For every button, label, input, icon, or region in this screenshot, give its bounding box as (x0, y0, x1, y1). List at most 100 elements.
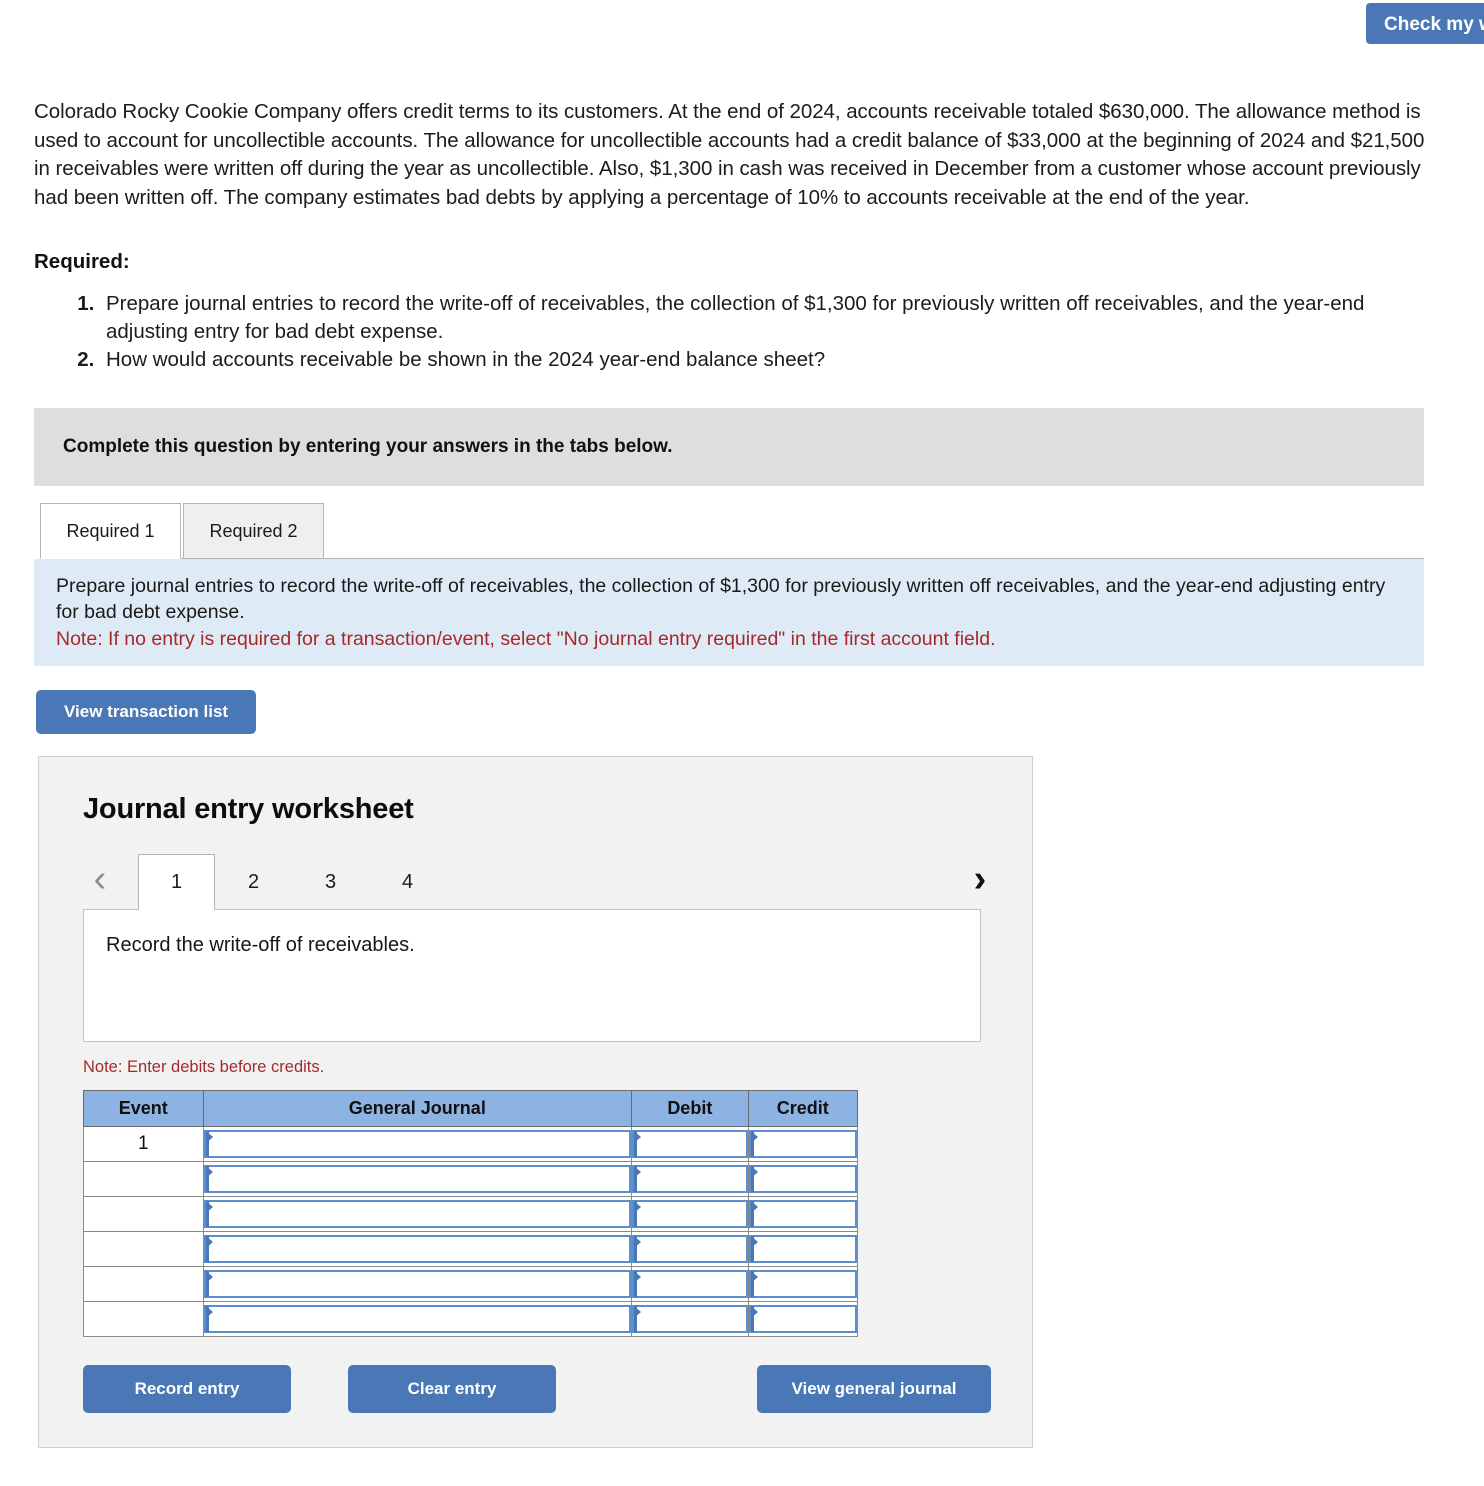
dropdown-arrow-icon (750, 1166, 758, 1178)
dropdown-arrow-icon (634, 1271, 642, 1283)
table-row (83, 1231, 859, 1267)
table-row (83, 1266, 859, 1302)
requirement-item: Prepare journal entries to record the wr… (100, 290, 1434, 346)
complete-question-banner: Complete this question by entering your … (34, 408, 1424, 486)
dropdown-arrow-icon (750, 1306, 758, 1318)
chevron-right-icon[interactable]: › (963, 858, 997, 902)
column-header-event: Event (83, 1090, 204, 1127)
dropdown-arrow-icon (205, 1131, 213, 1143)
event-number-cell (83, 1231, 204, 1267)
transaction-description-box: Record the write-off of receivables. (83, 909, 981, 1042)
transaction-description-text: Record the write-off of receivables. (106, 934, 415, 956)
dropdown-arrow-icon (205, 1306, 213, 1318)
problem-statement: Colorado Rocky Cookie Company offers cre… (34, 100, 1425, 209)
tab-required-2[interactable]: Required 2 (183, 503, 324, 559)
account-select-input[interactable] (203, 1270, 632, 1298)
table-row (83, 1196, 859, 1232)
dropdown-arrow-icon (750, 1271, 758, 1283)
requirement-item: How would accounts receivable be shown i… (100, 346, 1434, 374)
account-select-input[interactable] (203, 1200, 632, 1228)
debit-input[interactable] (632, 1305, 748, 1333)
debit-input[interactable] (632, 1130, 748, 1158)
worksheet-pager: ‹ 1 2 3 4 › (83, 852, 986, 910)
debit-cell[interactable] (631, 1231, 749, 1267)
general-journal-cell[interactable] (202, 1196, 633, 1232)
dropdown-arrow-icon (634, 1236, 642, 1248)
account-select-input[interactable] (203, 1305, 632, 1333)
event-number-cell (83, 1161, 204, 1197)
journal-entry-table: Event General Journal Debit Credit 1 (83, 1090, 859, 1337)
dropdown-arrow-icon (205, 1166, 213, 1178)
dropdown-arrow-icon (750, 1131, 758, 1143)
dropdown-arrow-icon (634, 1166, 642, 1178)
event-number-cell (83, 1196, 204, 1232)
debit-cell[interactable] (631, 1301, 749, 1337)
requirement-tabs: Required 1 Required 2 (34, 503, 1424, 559)
required-heading: Required: (34, 250, 130, 273)
tab-required-1[interactable]: Required 1 (40, 503, 181, 559)
chevron-left-icon[interactable]: ‹ (83, 858, 117, 902)
debit-input[interactable] (632, 1235, 748, 1263)
general-journal-cell[interactable] (202, 1266, 633, 1302)
complete-question-text: Complete this question by entering your … (63, 436, 673, 457)
dropdown-arrow-icon (750, 1201, 758, 1213)
event-number-cell: 1 (83, 1126, 204, 1162)
event-number-cell (83, 1266, 204, 1302)
worksheet-page-tab-2[interactable]: 2 (215, 854, 292, 910)
account-select-input[interactable] (203, 1130, 632, 1158)
worksheet-page-tab-1[interactable]: 1 (138, 854, 215, 910)
credit-cell[interactable] (747, 1161, 859, 1197)
view-transaction-list-button[interactable]: View transaction list (36, 690, 257, 734)
instruction-main-text: Prepare journal entries to record the wr… (56, 575, 1386, 623)
credit-input[interactable] (748, 1270, 857, 1298)
worksheet-title: Journal entry worksheet (83, 793, 414, 825)
credit-input[interactable] (748, 1130, 857, 1158)
column-header-general-journal: General Journal (202, 1090, 633, 1127)
worksheet-page-tab-4[interactable]: 4 (369, 854, 446, 910)
credit-input[interactable] (748, 1200, 857, 1228)
dropdown-arrow-icon (634, 1306, 642, 1318)
account-select-input[interactable] (203, 1235, 632, 1263)
general-journal-cell[interactable] (202, 1126, 633, 1162)
journal-entry-worksheet-panel: Journal entry worksheet ‹ 1 2 3 4 › Reco… (38, 756, 1033, 1448)
column-header-debit: Debit (631, 1090, 749, 1127)
debit-cell[interactable] (631, 1126, 749, 1162)
table-header-row: Event General Journal Debit Credit (83, 1090, 859, 1127)
table-row: 1 (83, 1126, 859, 1162)
record-entry-button[interactable]: Record entry (83, 1365, 291, 1413)
debit-cell[interactable] (631, 1196, 749, 1232)
table-row (83, 1161, 859, 1197)
credit-cell[interactable] (747, 1266, 859, 1302)
debit-cell[interactable] (631, 1266, 749, 1302)
credit-cell[interactable] (747, 1301, 859, 1337)
dropdown-arrow-icon (205, 1271, 213, 1283)
general-journal-cell[interactable] (202, 1301, 633, 1337)
debit-input[interactable] (632, 1165, 748, 1193)
dropdown-arrow-icon (634, 1131, 642, 1143)
requirements-list: Prepare journal entries to record the wr… (34, 290, 1434, 374)
debit-input[interactable] (632, 1270, 748, 1298)
event-number-cell (83, 1301, 204, 1337)
dropdown-arrow-icon (750, 1236, 758, 1248)
credit-cell[interactable] (747, 1196, 859, 1232)
instruction-panel: Prepare journal entries to record the wr… (34, 559, 1424, 666)
note-enter-debits-before-credits: Note: Enter debits before credits. (83, 1058, 325, 1076)
general-journal-cell[interactable] (202, 1161, 633, 1197)
credit-input[interactable] (748, 1165, 857, 1193)
table-row (83, 1301, 859, 1337)
question-content: Colorado Rocky Cookie Company offers cre… (34, 98, 1434, 1448)
credit-cell[interactable] (747, 1126, 859, 1162)
check-my-work-button[interactable]: Check my work (1366, 3, 1484, 44)
credit-input[interactable] (748, 1305, 857, 1333)
clear-entry-button[interactable]: Clear entry (348, 1365, 556, 1413)
account-select-input[interactable] (203, 1165, 632, 1193)
worksheet-page-tab-3[interactable]: 3 (292, 854, 369, 910)
column-header-credit: Credit (747, 1090, 859, 1127)
view-general-journal-button[interactable]: View general journal (757, 1365, 991, 1413)
credit-input[interactable] (748, 1235, 857, 1263)
debit-cell[interactable] (631, 1161, 749, 1197)
credit-cell[interactable] (747, 1231, 859, 1267)
dropdown-arrow-icon (205, 1236, 213, 1248)
general-journal-cell[interactable] (202, 1231, 633, 1267)
debit-input[interactable] (632, 1200, 748, 1228)
